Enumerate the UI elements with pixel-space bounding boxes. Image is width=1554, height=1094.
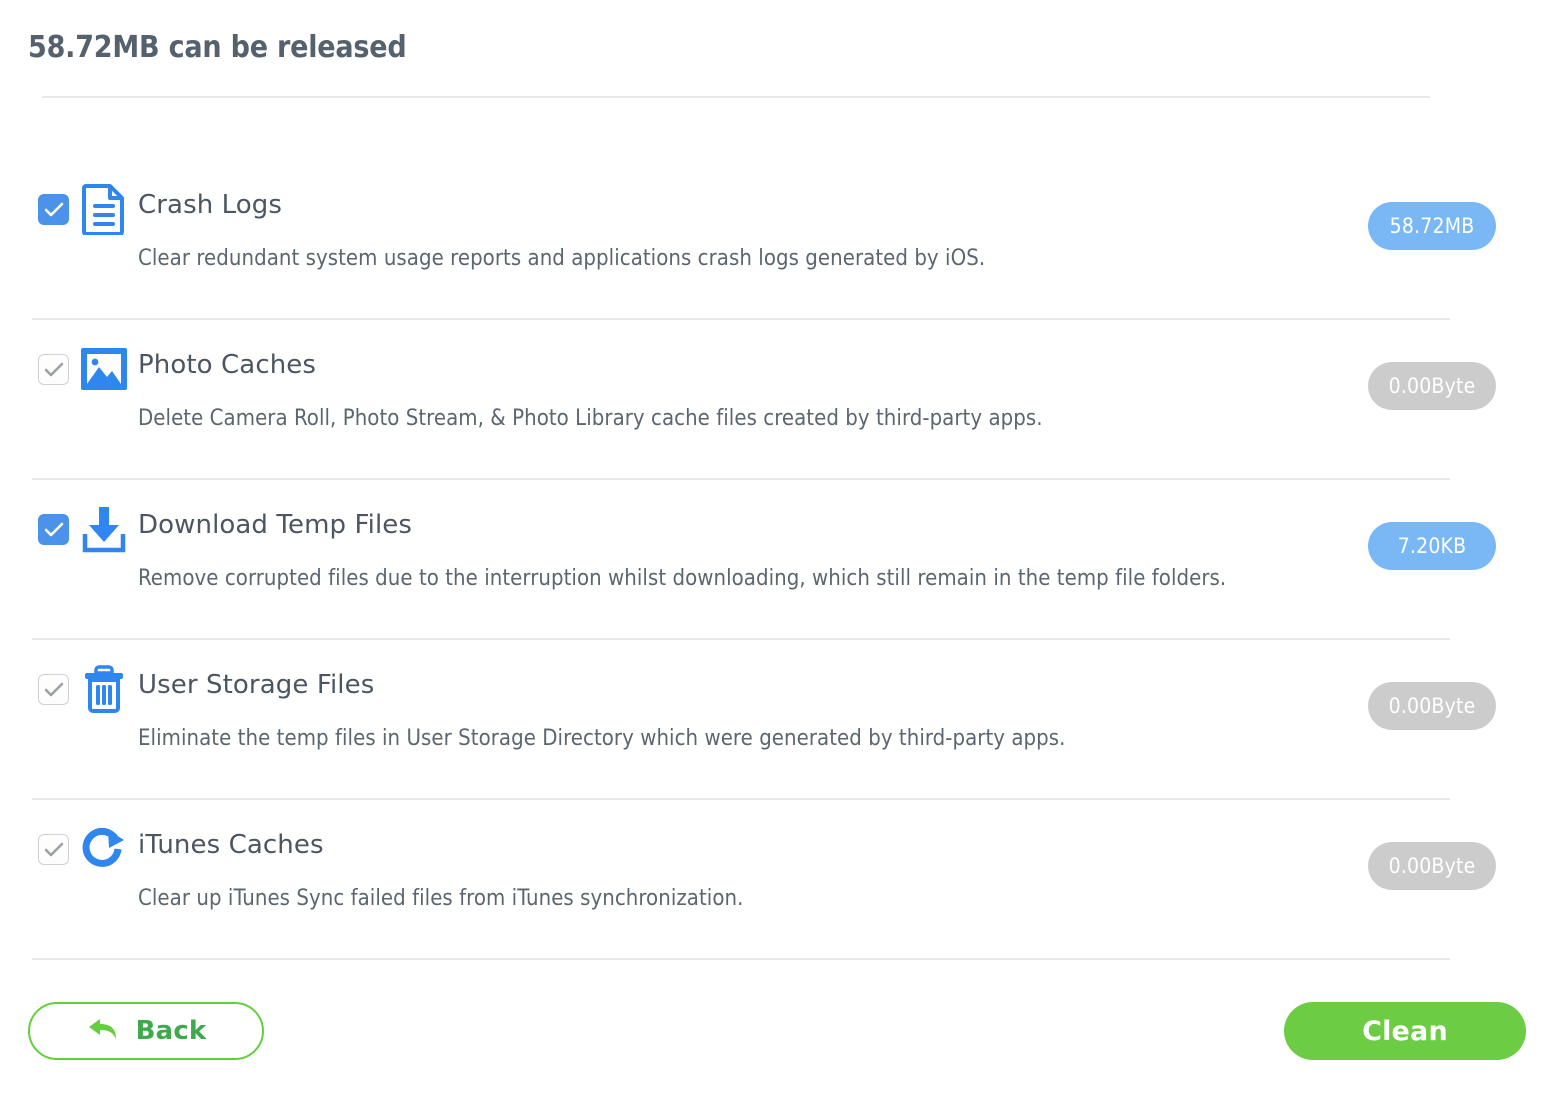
item-title: Download Temp Files (138, 510, 412, 540)
page-title: 58.72MB can be released (28, 30, 1526, 65)
item-title: Photo Caches (138, 350, 316, 380)
clean-item-row[interactable]: iTunes Caches Clear up iTunes Sync failed… (0, 800, 1554, 960)
item-checkbox[interactable] (38, 514, 69, 545)
item-checkbox[interactable] (38, 194, 69, 225)
item-description: Clear up iTunes Sync failed files from i… (138, 886, 743, 911)
item-description: Eliminate the temp files in User Storage… (138, 726, 1065, 751)
item-checkbox[interactable] (38, 354, 69, 385)
clean-item-row[interactable]: Photo Caches Delete Camera Roll, Photo St… (0, 320, 1554, 480)
clean-button-label: Clean (1362, 1016, 1448, 1047)
row-content: Photo Caches Delete Camera Roll, Photo St… (0, 320, 1554, 480)
clean-items-list: Crash Logs Clear redundant system usage r… (0, 160, 1554, 960)
item-size-badge: 7.20KB (1368, 522, 1496, 570)
row-content: User Storage Files Eliminate the temp fil… (0, 640, 1554, 800)
clean-button[interactable]: Clean (1284, 1002, 1526, 1060)
document-icon (78, 182, 130, 236)
row-content: Crash Logs Clear redundant system usage r… (0, 160, 1554, 320)
item-checkbox[interactable] (38, 834, 69, 865)
clean-item-row[interactable]: Crash Logs Clear redundant system usage r… (0, 160, 1554, 320)
item-title: iTunes Caches (138, 830, 324, 860)
item-size-badge: 0.00Byte (1368, 362, 1496, 410)
item-size-badge: 0.00Byte (1368, 682, 1496, 730)
clean-panel: 58.72MB can be released Crash Logs Clear … (0, 0, 1554, 1094)
item-title: User Storage Files (138, 670, 374, 700)
item-description: Remove corrupted files due to the interr… (138, 566, 1226, 591)
footer-actions: Back Clean (0, 964, 1554, 1094)
row-divider (32, 958, 1450, 960)
arrow-left-icon (86, 1015, 120, 1047)
page-header: 58.72MB can be released (28, 30, 1526, 100)
clean-item-row[interactable]: User Storage Files Eliminate the temp fil… (0, 640, 1554, 800)
item-checkbox[interactable] (38, 674, 69, 705)
item-description: Clear redundant system usage reports and… (138, 246, 985, 271)
photo-icon (78, 342, 130, 396)
clean-item-row[interactable]: Download Temp Files Remove corrupted file… (0, 480, 1554, 640)
row-content: Download Temp Files Remove corrupted file… (0, 480, 1554, 640)
back-button-label: Back (136, 1016, 207, 1046)
header-divider (42, 96, 1430, 98)
trash-icon (78, 662, 130, 716)
item-size-badge: 58.72MB (1368, 202, 1496, 250)
item-title: Crash Logs (138, 190, 282, 220)
refresh-icon (78, 822, 130, 876)
download-icon (78, 502, 130, 556)
back-button[interactable]: Back (28, 1002, 264, 1060)
row-content: iTunes Caches Clear up iTunes Sync failed… (0, 800, 1554, 960)
item-description: Delete Camera Roll, Photo Stream, & Phot… (138, 406, 1043, 431)
item-size-badge: 0.00Byte (1368, 842, 1496, 890)
